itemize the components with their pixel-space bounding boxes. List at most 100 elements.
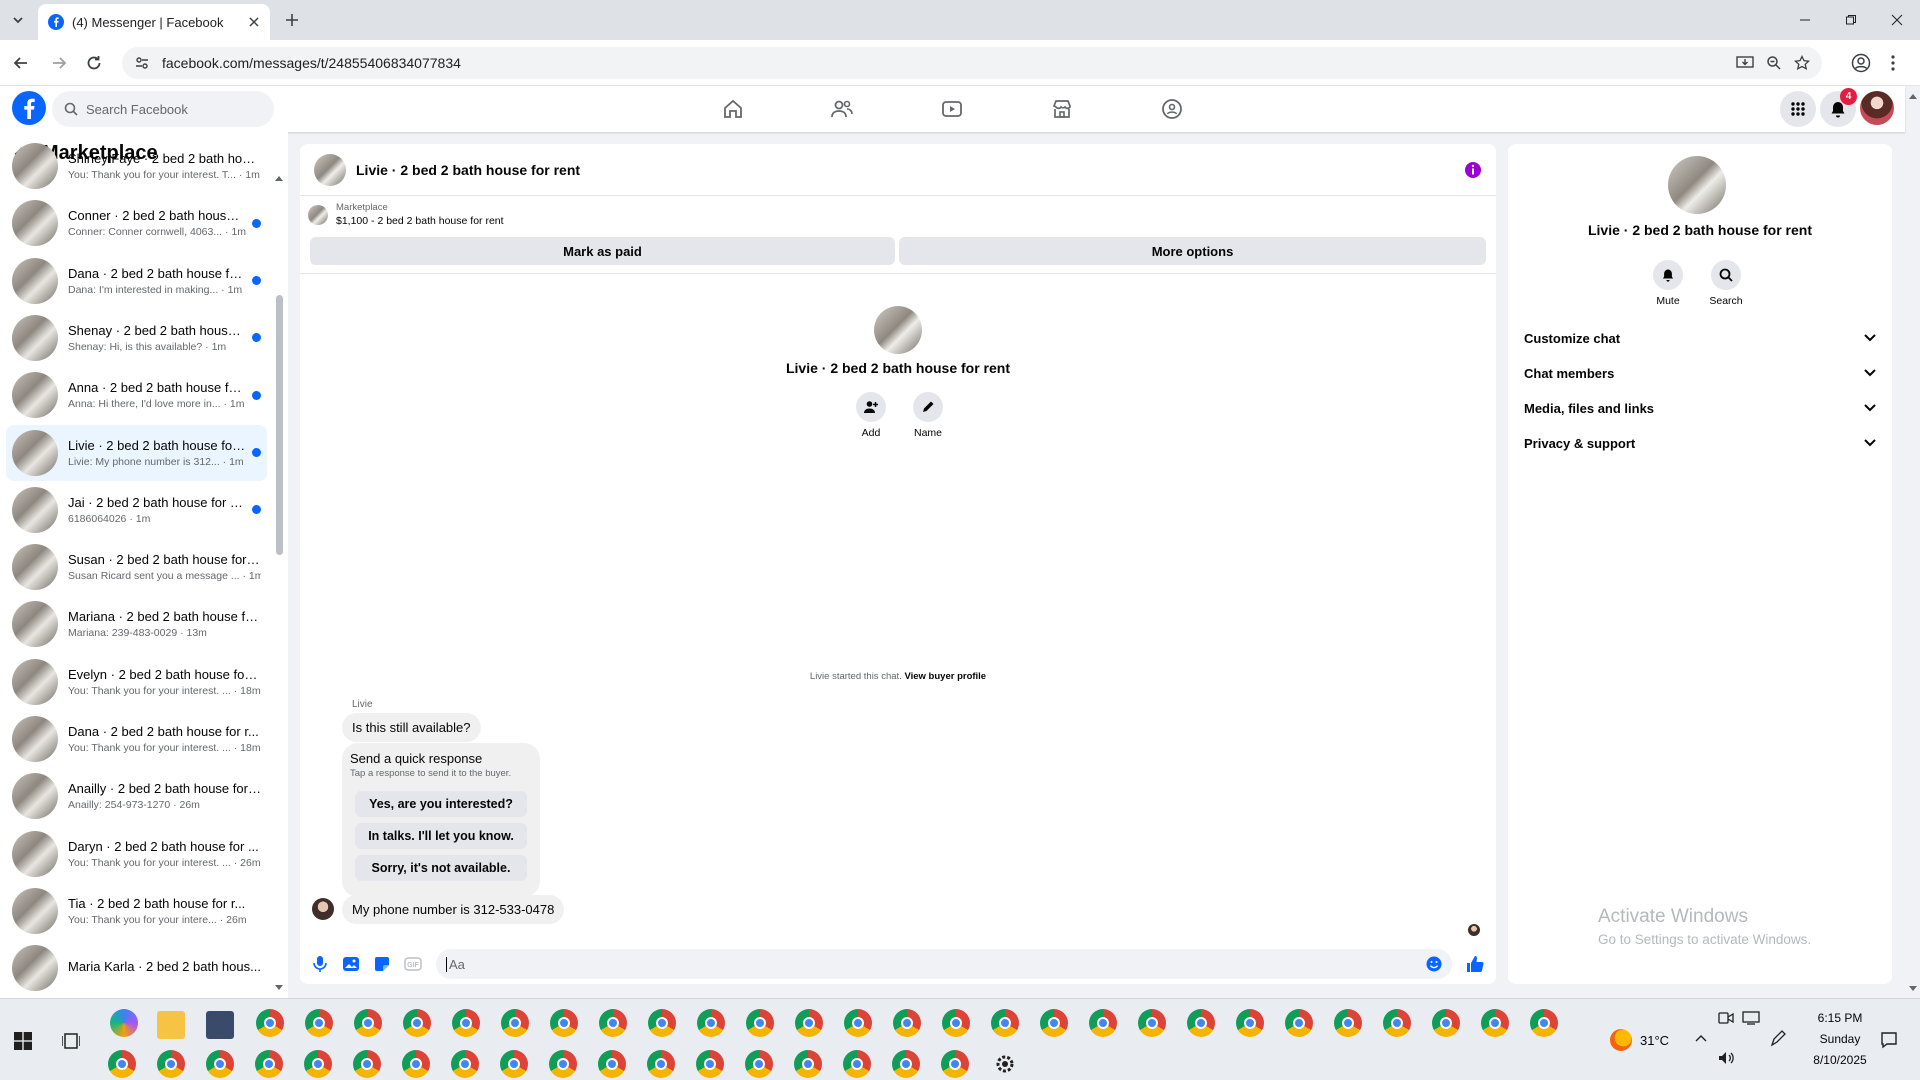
chat-header-avatar[interactable] [314,153,346,186]
chrome-window-icon[interactable] [500,1050,528,1078]
conversation-item[interactable]: Shenay · 2 bed 2 bath house f... Shenay: … [6,310,267,366]
incoming-message-bubble[interactable]: Is this still available? [342,713,481,742]
gif-icon[interactable]: GIF [404,957,422,971]
chrome-window-icon[interactable] [794,1050,822,1078]
nav-friends-icon[interactable] [787,86,897,132]
chrome-window-icon[interactable] [452,1009,480,1037]
copilot-icon[interactable] [110,1009,138,1037]
chrome-window-icon[interactable] [402,1050,430,1078]
chrome-window-icon[interactable] [892,1050,920,1078]
forward-icon[interactable] [50,54,68,72]
site-info-icon[interactable] [134,55,150,71]
chrome-window-icon[interactable] [1481,1009,1509,1037]
search-in-chat-button[interactable]: Search [1704,260,1748,307]
notification-center-icon[interactable] [1880,1031,1898,1049]
add-member-button[interactable]: Add [853,392,889,439]
app-window-icon[interactable] [206,1011,234,1039]
facebook-logo-icon[interactable] [12,91,46,125]
new-tab-icon[interactable] [284,12,300,28]
conversation-item[interactable]: Evelyn · 2 bed 2 bath house for ... You: … [6,654,267,710]
show-hidden-icons-icon[interactable] [1695,1034,1707,1042]
address-bar[interactable]: facebook.com/messages/t/2485540683407783… [122,47,1822,79]
conversation-item[interactable]: Tia · 2 bed 2 bath house for r... You: Th… [6,883,267,939]
chat-header-title[interactable]: Livie · 2 bed 2 bath house for rent [356,162,1454,178]
install-app-icon[interactable] [1736,55,1754,71]
chrome-window-icon[interactable] [1285,1009,1313,1037]
chrome-window-icon[interactable] [745,1050,773,1078]
clock-date[interactable]: 8/10/2025 [1800,1053,1880,1067]
chrome-window-icon[interactable] [1236,1009,1264,1037]
chrome-window-icon[interactable] [354,1009,382,1037]
chrome-window-icon[interactable] [795,1009,823,1037]
chrome-window-icon[interactable] [353,1050,381,1078]
facebook-search[interactable]: Search Facebook [52,91,274,127]
name-chat-button[interactable]: Name [908,392,948,439]
chrome-window-icon[interactable] [1089,1009,1117,1037]
chrome-window-icon[interactable] [1138,1009,1166,1037]
chrome-window-icon[interactable] [1187,1009,1215,1037]
quick-response-yes-button[interactable]: Yes, are you interested? [355,791,527,817]
quick-response-in-talks-button[interactable]: In talks. I'll let you know. [355,823,527,849]
conversation-item[interactable]: Livie · 2 bed 2 bath house for ... Livie:… [6,424,267,481]
conversation-item[interactable]: Susan · 2 bed 2 bath house for r... Susan… [6,539,267,595]
chrome-window-icon[interactable] [941,1050,969,1078]
conversation-item[interactable]: Shirley Faye · 2 bed 2 bath hous... You: … [6,138,267,194]
account-avatar[interactable] [1860,91,1894,125]
info-section-row[interactable]: Media, files and links [1520,391,1880,425]
network-icon[interactable] [1742,1011,1760,1025]
chrome-window-icon[interactable] [893,1009,921,1037]
scroll-down-arrow-icon[interactable] [274,984,284,992]
bookmark-star-icon[interactable] [1794,55,1810,71]
chrome-window-icon[interactable] [1334,1009,1362,1037]
conversation-item[interactable]: Anailly · 2 bed 2 bath house for ... Anai… [6,768,267,824]
volume-icon[interactable] [1718,1051,1736,1065]
minimize-icon[interactable] [1782,4,1828,36]
chrome-window-icon[interactable] [697,1009,725,1037]
tab-search-icon[interactable] [10,12,26,28]
chrome-window-icon[interactable] [157,1050,185,1078]
view-buyer-profile-link[interactable]: View buyer profile [904,671,986,682]
sidebar-scrollbar[interactable] [276,295,283,555]
chrome-window-icon[interactable] [550,1009,578,1037]
chrome-window-icon[interactable] [549,1050,577,1078]
quick-response-not-available-button[interactable]: Sorry, it's not available. [355,855,527,881]
settings-gear-icon[interactable] [991,1050,1019,1078]
conversation-item[interactable]: Dana · 2 bed 2 bath house for r... You: T… [6,711,267,767]
emoji-icon[interactable] [1426,956,1442,972]
conversation-item[interactable]: Conner · 2 bed 2 bath house f... Conner: … [6,195,267,251]
menu-grid-button[interactable] [1780,91,1816,127]
info-icon[interactable] [1464,161,1482,179]
chrome-window-icon[interactable] [648,1009,676,1037]
chrome-window-icon[interactable] [1432,1009,1460,1037]
chrome-window-icon[interactable] [599,1009,627,1037]
conversation-item[interactable]: Daryn · 2 bed 2 bath house for ... You: T… [6,826,267,882]
chrome-window-icon[interactable] [451,1050,479,1078]
tab-close-icon[interactable] [248,16,260,28]
thumbs-up-icon[interactable] [1466,955,1484,973]
chrome-window-icon[interactable] [1530,1009,1558,1037]
conversation-item[interactable]: Jai · 2 bed 2 bath house for rent 6186064… [6,482,267,538]
microphone-icon[interactable] [312,955,328,973]
more-options-button[interactable]: More options [899,237,1486,265]
chrome-window-icon[interactable] [1383,1009,1411,1037]
chrome-window-icon[interactable] [647,1050,675,1078]
mute-button[interactable]: Mute [1648,260,1688,307]
chrome-window-icon[interactable] [255,1050,283,1078]
chrome-window-icon[interactable] [206,1050,234,1078]
profile-icon[interactable] [1851,53,1871,73]
pen-icon[interactable] [1770,1029,1786,1047]
chrome-window-icon[interactable] [843,1050,871,1078]
info-section-row[interactable]: Privacy & support [1520,426,1880,460]
nav-home-icon[interactable] [678,86,788,132]
listing-summary[interactable]: Marketplace $1,100 - 2 bed 2 bath house … [308,202,504,227]
page-scroll-up-icon[interactable] [1908,92,1918,100]
chrome-window-icon[interactable] [991,1009,1019,1037]
restore-icon[interactable] [1828,4,1874,36]
conversation-item[interactable]: Anna · 2 bed 2 bath house for... Anna: Hi… [6,367,267,423]
chrome-window-icon[interactable] [108,1050,136,1078]
chrome-window-icon[interactable] [696,1050,724,1078]
info-section-row[interactable]: Chat members [1520,356,1880,390]
browser-tab[interactable]: (4) Messenger | Facebook [38,4,270,40]
page-scroll-down-icon[interactable] [1908,985,1918,993]
clock-time[interactable]: 6:15 PM [1800,1011,1880,1025]
